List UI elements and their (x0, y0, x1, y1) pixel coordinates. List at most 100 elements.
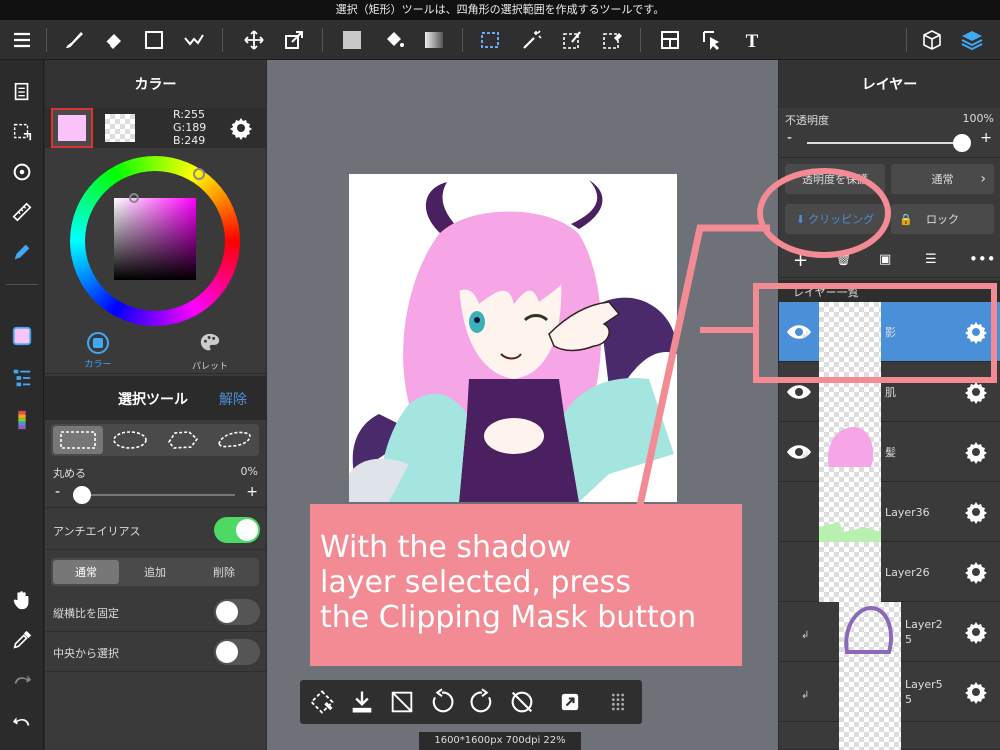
magic-wand-icon[interactable] (518, 26, 546, 54)
tab-color[interactable]: カラー (73, 332, 123, 370)
left-tool-rail (0, 60, 44, 750)
visibility-eye-icon[interactable] (785, 382, 813, 402)
correction-pen-icon[interactable] (180, 26, 208, 54)
layer-gear-icon[interactable] (964, 320, 988, 344)
rotate-right-icon[interactable] (468, 688, 496, 716)
palette-strip-icon[interactable] (8, 406, 36, 434)
move-icon[interactable] (240, 26, 268, 54)
from-center-row: 中央から選択 (45, 632, 266, 672)
frame-divider-icon[interactable] (656, 26, 684, 54)
rotate-canvas-icon[interactable] (8, 158, 36, 186)
lock-icon: 🔒 (899, 212, 913, 226)
polygon-select-shape-button[interactable] (157, 426, 207, 454)
bucket-icon[interactable] (380, 26, 408, 54)
secondary-color-swatch[interactable] (105, 114, 135, 142)
layer-row-hair[interactable]: ↲ 髪 (779, 422, 1000, 482)
add-image-layer-icon[interactable]: ▣ (879, 252, 891, 267)
more-options-icon[interactable]: ••• (969, 250, 996, 268)
brush-icon[interactable] (60, 26, 88, 54)
roundness-minus-button[interactable]: - (55, 484, 60, 500)
layer-row-layer36[interactable]: Layer36 (779, 482, 1000, 542)
select-transform-icon[interactable] (308, 688, 336, 716)
layer-thumbnail (819, 362, 881, 422)
delete-layer-icon[interactable]: 🗑 (835, 252, 852, 267)
operation-icon[interactable] (698, 26, 726, 54)
gradient-icon[interactable] (420, 26, 448, 54)
opacity-slider[interactable] (807, 142, 965, 144)
grid-icon[interactable] (604, 688, 632, 716)
roundness-slider[interactable] (73, 494, 235, 496)
color-tab-icon (87, 332, 109, 354)
redo-icon[interactable] (8, 666, 36, 694)
materials-icon[interactable] (918, 26, 946, 54)
opacity-minus-button[interactable]: - (787, 130, 792, 146)
layer-list-icon[interactable]: ☰ (925, 252, 937, 267)
rotate-left-icon[interactable] (428, 688, 456, 716)
select-rect-icon[interactable] (476, 26, 504, 54)
layer-gear-icon[interactable] (964, 380, 988, 404)
eyedropper-icon[interactable] (8, 626, 36, 654)
layer-row-layer55[interactable]: ↲ Layer5 5 (779, 662, 1000, 722)
snap-icon[interactable] (556, 688, 584, 716)
layer-gear-icon[interactable] (964, 560, 988, 584)
primary-color-swatch[interactable] (51, 108, 93, 148)
mode-normal-button[interactable]: 通常 (53, 560, 119, 584)
eraser-icon[interactable] (100, 26, 128, 54)
blend-mode-select[interactable]: 通常 › (891, 164, 994, 194)
antialias-toggle[interactable] (214, 517, 260, 543)
ellipse-select-shape-button[interactable] (105, 426, 155, 454)
layer-gear-icon[interactable] (964, 680, 988, 704)
ruler-icon[interactable] (8, 198, 36, 226)
opacity-slider-knob[interactable] (953, 134, 971, 152)
add-layer-icon[interactable]: + (793, 250, 808, 271)
from-center-toggle[interactable] (214, 639, 260, 665)
fill-color-icon[interactable] (338, 26, 366, 54)
layer-gear-icon[interactable] (964, 500, 988, 524)
opacity-plus-button[interactable]: + (980, 130, 992, 146)
layers-icon[interactable] (958, 26, 986, 54)
menu-icon[interactable] (8, 26, 36, 54)
layer-gear-icon[interactable] (964, 440, 988, 464)
text-icon[interactable]: T (738, 26, 766, 54)
protect-alpha-button[interactable]: 透明度を保護 (785, 164, 885, 194)
shape-icon[interactable] (140, 26, 168, 54)
selection-icon[interactable] (8, 118, 36, 146)
lasso-select-shape-button[interactable] (209, 426, 259, 454)
lock-button[interactable]: 🔒 ロック (891, 204, 994, 234)
clipping-button[interactable]: ⬇ クリッピング (785, 204, 885, 234)
fix-aspect-toggle[interactable] (214, 599, 260, 625)
layer-thumbnail (819, 422, 881, 482)
layer-row-layer25[interactable]: ↲ Layer2 5 (779, 602, 1000, 662)
canvas-info: 1600*1600px 700dpi 22% (419, 732, 581, 750)
pen-settings-icon[interactable] (8, 238, 36, 266)
layer-row-partial[interactable] (779, 722, 1000, 750)
rect-select-shape-button[interactable] (53, 426, 103, 454)
color-swatch-icon[interactable] (8, 322, 36, 350)
release-button[interactable]: 解除 (219, 389, 247, 409)
roundness-plus-button[interactable]: + (246, 484, 258, 500)
layer-row-shadow[interactable]: ↲ 影 (779, 302, 1000, 362)
mode-delete-button[interactable]: 削除 (191, 560, 257, 584)
deselect-icon[interactable] (388, 688, 416, 716)
layer-row-layer26[interactable]: Layer26 (779, 542, 1000, 602)
layer-row-skin[interactable]: 肌 (779, 362, 1000, 422)
artwork-canvas[interactable] (349, 174, 677, 502)
transform-icon[interactable] (280, 26, 308, 54)
tab-palette[interactable]: パレット (185, 332, 235, 372)
roundness-slider-knob[interactable] (73, 486, 91, 504)
color-wheel[interactable] (70, 156, 240, 326)
layer-gear-icon[interactable] (964, 620, 988, 644)
mode-add-button[interactable]: 追加 (122, 560, 188, 584)
rgb-g: G:189 (173, 121, 207, 134)
rgb-b: B:249 (173, 134, 206, 147)
color-settings-gear-icon[interactable] (229, 116, 253, 140)
select-pen-icon[interactable] (558, 26, 586, 54)
pages-icon[interactable] (8, 78, 36, 106)
undo-icon[interactable] (8, 706, 36, 734)
saturation-value-square[interactable] (114, 198, 196, 280)
select-eraser-icon[interactable] (598, 26, 626, 54)
brush-list-icon[interactable] (8, 364, 36, 392)
download-icon[interactable] (348, 688, 376, 716)
hand-icon[interactable] (8, 586, 36, 614)
reset-rotation-icon[interactable] (508, 688, 536, 716)
